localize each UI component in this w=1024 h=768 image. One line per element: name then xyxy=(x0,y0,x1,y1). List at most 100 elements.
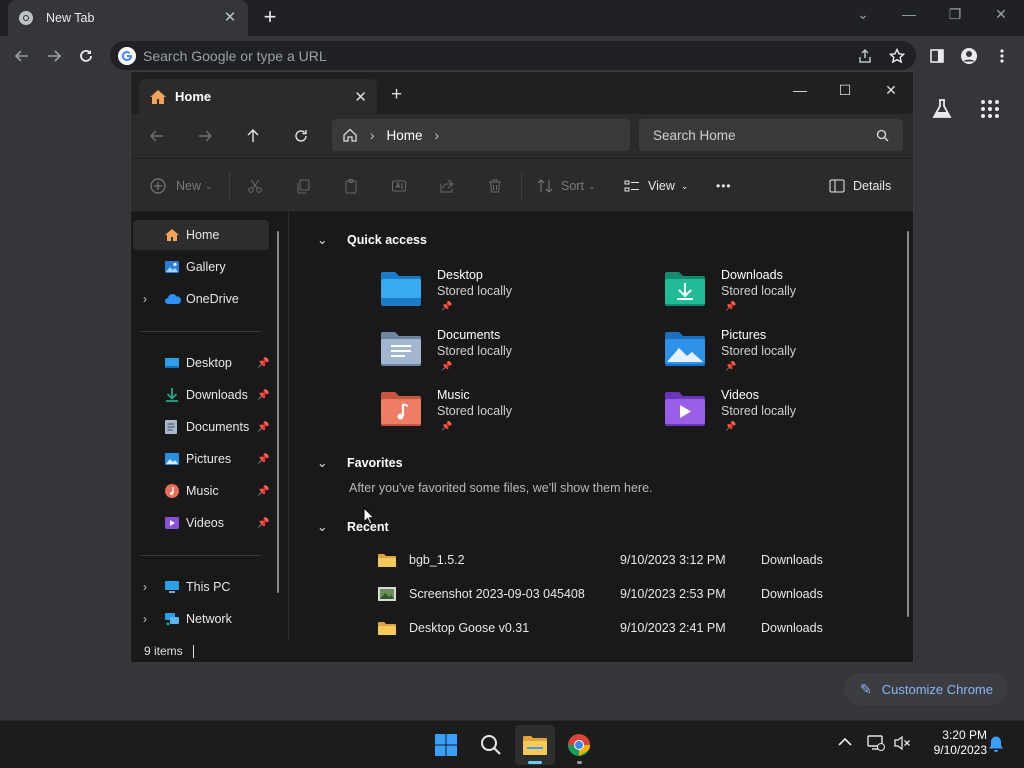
recent-file-row[interactable]: Screenshot 2023-09-03 045408 9/10/2023 2… xyxy=(377,579,837,609)
tile-sub: Stored locally xyxy=(437,344,513,358)
recent-header[interactable]: ⌄ Recent xyxy=(317,519,389,535)
clipboard-icon xyxy=(345,179,357,194)
quick-access-downloads[interactable]: Downloads Stored locally 📌 xyxy=(663,268,923,328)
videos-folder-icon xyxy=(164,515,182,531)
taskbar-file-explorer[interactable] xyxy=(515,725,555,765)
view-button[interactable]: View ⌄ xyxy=(624,174,688,198)
active-indicator xyxy=(528,761,542,764)
home-outline-icon xyxy=(343,128,357,142)
paste-button[interactable] xyxy=(343,174,359,198)
explorer-tab-home[interactable]: Home ✕ xyxy=(139,79,377,114)
notification-bell-icon[interactable] xyxy=(988,735,1004,756)
copy-button[interactable] xyxy=(295,174,311,198)
network-status-icon[interactable] xyxy=(867,735,885,754)
explorer-minimize-button[interactable]: — xyxy=(778,76,822,104)
breadcrumb-home[interactable]: Home xyxy=(387,128,423,143)
tile-sub: Stored locally xyxy=(721,344,797,358)
side-panel-icon xyxy=(930,49,944,63)
nav-item-onedrive[interactable]: › OneDrive xyxy=(133,284,269,314)
close-window-button[interactable]: ✕ xyxy=(978,0,1024,30)
explorer-close-button[interactable]: ✕ xyxy=(869,76,913,104)
expand-chevron-icon[interactable]: › xyxy=(143,580,147,594)
show-hidden-icons-chevron[interactable] xyxy=(838,735,852,750)
share-button[interactable] xyxy=(439,174,455,198)
quick-access-music[interactable]: Music Stored locally 📌 xyxy=(379,388,639,448)
back-button[interactable] xyxy=(9,43,35,69)
customize-chrome-button[interactable]: ✎ Customize Chrome xyxy=(844,673,1007,705)
share-icon[interactable] xyxy=(852,43,878,69)
explorer-back-button[interactable] xyxy=(142,122,172,150)
explorer-refresh-button[interactable] xyxy=(286,122,316,150)
home-icon xyxy=(149,89,167,105)
favorites-header[interactable]: ⌄ Favorites xyxy=(317,455,403,471)
explorer-search-input[interactable]: Search Home xyxy=(639,119,903,151)
chrome-tab-new-tab[interactable]: New Tab ✕ xyxy=(8,0,248,36)
see-more-button[interactable]: ••• xyxy=(716,174,732,198)
quick-access-documents[interactable]: Documents Stored locally 📌 xyxy=(379,328,639,388)
chevron-down-icon: ⌄ xyxy=(680,180,689,191)
taskbar-clock[interactable]: 3:20 PM 9/10/2023 xyxy=(919,728,987,758)
quick-access-pictures[interactable]: Pictures Stored locally 📌 xyxy=(663,328,923,388)
nav-item-music[interactable]: Music 📌 xyxy=(133,476,269,506)
back-arrow-icon xyxy=(150,130,163,142)
delete-button[interactable] xyxy=(487,174,503,198)
mouse-cursor-icon xyxy=(363,507,375,525)
customize-chrome-label: Customize Chrome xyxy=(881,681,993,697)
view-label: View xyxy=(648,179,675,193)
nav-item-network[interactable]: › Network xyxy=(133,604,269,634)
close-tab-icon[interactable]: ✕ xyxy=(222,10,238,26)
details-pane-button[interactable]: Details xyxy=(829,174,891,198)
restore-button[interactable]: ❐ xyxy=(932,0,978,30)
nav-item-documents[interactable]: Documents 📌 xyxy=(133,412,269,442)
recent-file-row[interactable]: bgb_1.5.2 9/10/2023 3:12 PM Downloads xyxy=(377,545,837,575)
explorer-up-button[interactable] xyxy=(238,122,268,150)
expand-chevron-icon[interactable]: › xyxy=(143,612,147,626)
labs-flask-icon[interactable] xyxy=(930,97,954,121)
nav-pane-scrollbar[interactable] xyxy=(277,231,279,593)
taskbar-chrome[interactable] xyxy=(559,725,599,765)
tab-search-icon[interactable]: ⌄ xyxy=(840,0,886,30)
taskbar-search-button[interactable] xyxy=(471,725,511,765)
address-bar[interactable]: › Home › xyxy=(332,119,630,151)
breadcrumb-chevron-icon[interactable]: › xyxy=(435,128,440,143)
reload-button[interactable] xyxy=(73,43,99,69)
explorer-command-bar: New ⌄ Sort ⌄ View ⌄ ••• Details xyxy=(131,158,913,212)
explorer-maximize-button[interactable]: ☐ xyxy=(823,76,867,104)
nav-item-desktop[interactable]: Desktop 📌 xyxy=(133,348,269,378)
start-button[interactable] xyxy=(426,725,466,765)
quick-access-desktop[interactable]: Desktop Stored locally 📌 xyxy=(379,268,639,328)
expand-chevron-icon[interactable]: › xyxy=(143,292,147,306)
nav-item-this-pc[interactable]: › This PC xyxy=(133,572,269,602)
bookmark-star-icon[interactable] xyxy=(884,43,910,69)
nav-item-videos[interactable]: Videos 📌 xyxy=(133,508,269,538)
sort-button[interactable]: Sort ⌄ xyxy=(537,174,595,198)
explorer-new-tab-button[interactable]: + xyxy=(391,84,402,106)
google-apps-grid-icon[interactable] xyxy=(978,97,1002,121)
nav-item-gallery[interactable]: Gallery xyxy=(133,252,269,282)
recent-file-row[interactable]: Desktop Goose v0.31 9/10/2023 2:41 PM Do… xyxy=(377,613,837,643)
desktop-folder-icon xyxy=(381,272,421,306)
omnibox[interactable]: Search Google or type a URL xyxy=(110,41,916,70)
profile-button[interactable] xyxy=(956,43,982,69)
pin-icon: 📌 xyxy=(725,301,737,311)
nav-item-home[interactable]: Home xyxy=(133,220,269,250)
quick-access-header[interactable]: ⌄ Quick access xyxy=(317,232,427,248)
new-tab-button[interactable]: + xyxy=(258,6,282,30)
content-scrollbar[interactable] xyxy=(907,231,909,617)
chrome-menu-button[interactable] xyxy=(989,43,1015,69)
nav-item-pictures[interactable]: Pictures 📌 xyxy=(133,444,269,474)
nav-item-label: Desktop xyxy=(186,356,232,370)
minimize-button[interactable]: — xyxy=(886,0,932,30)
nav-item-downloads[interactable]: Downloads 📌 xyxy=(133,380,269,410)
new-button[interactable]: New ⌄ xyxy=(150,174,213,198)
content-area: ⌄ Quick access Desktop Stored locally 📌 … xyxy=(289,213,913,640)
cut-button[interactable] xyxy=(247,174,263,198)
tile-sub: Stored locally xyxy=(721,284,797,298)
explorer-forward-button[interactable] xyxy=(190,122,220,150)
forward-button[interactable] xyxy=(41,43,67,69)
volume-muted-icon[interactable] xyxy=(893,735,911,754)
quick-access-videos[interactable]: Videos Stored locally 📌 xyxy=(663,388,923,448)
rename-button[interactable] xyxy=(391,174,407,198)
close-explorer-tab-icon[interactable]: ✕ xyxy=(354,88,367,106)
side-panel-button[interactable] xyxy=(924,43,950,69)
